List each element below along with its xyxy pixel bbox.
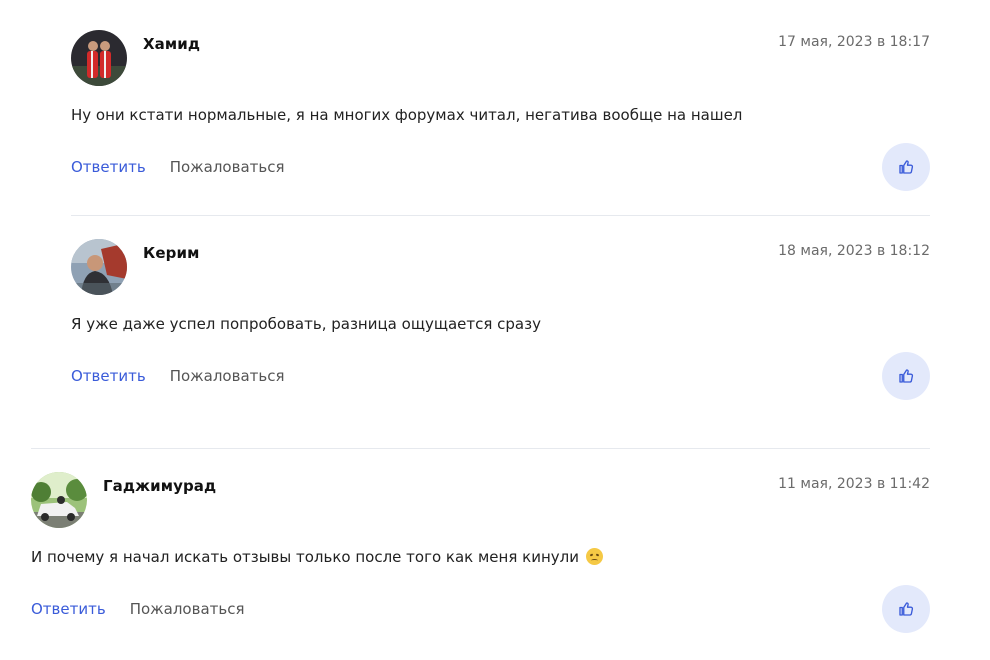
comment-actions: Ответить Пожаловаться [71, 158, 285, 176]
like-button[interactable] [882, 352, 930, 400]
avatar-image [71, 239, 127, 295]
comment-date: 18 мая, 2023 в 18:12 [778, 243, 930, 259]
report-button[interactable]: Пожаловаться [170, 367, 285, 385]
avatar-image [71, 30, 127, 86]
comment-actions: Ответить Пожаловаться [71, 367, 285, 385]
reply-button[interactable]: Ответить [71, 158, 146, 176]
thumbs-up-icon [899, 602, 914, 616]
avatar[interactable] [31, 472, 87, 528]
divider [71, 215, 930, 216]
comment-date: 17 мая, 2023 в 18:17 [778, 34, 930, 50]
reply-button[interactable]: Ответить [31, 600, 106, 618]
thumbs-up-icon [899, 160, 914, 174]
comment-actions: Ответить Пожаловаться [31, 600, 245, 618]
comment-text: И почему я начал искать отзывы только по… [31, 548, 579, 566]
comments-list: Хамид 17 мая, 2023 в 18:17 Ну они кстати… [0, 0, 990, 660]
report-button[interactable]: Пожаловаться [130, 600, 245, 618]
like-button[interactable] [882, 143, 930, 191]
comment-author: Хамид [143, 35, 201, 53]
thumbs-up-icon [899, 369, 914, 383]
report-button[interactable]: Пожаловаться [170, 158, 285, 176]
comment-text-row: И почему я начал искать отзывы только по… [31, 548, 603, 566]
comment-date: 11 мая, 2023 в 11:42 [778, 476, 930, 492]
comment-author: Керим [143, 244, 200, 262]
comment-text: Ну они кстати нормальные, я на многих фо… [71, 106, 743, 124]
avatar-image [31, 472, 87, 528]
comment-author: Гаджимурад [103, 477, 217, 495]
like-button[interactable] [882, 585, 930, 633]
comment-text: Я уже даже успел попробовать, разница ощ… [71, 315, 541, 333]
avatar[interactable] [71, 239, 127, 295]
disappointed-face-icon [585, 548, 603, 565]
reply-button[interactable]: Ответить [71, 367, 146, 385]
avatar[interactable] [71, 30, 127, 86]
divider [31, 448, 930, 449]
